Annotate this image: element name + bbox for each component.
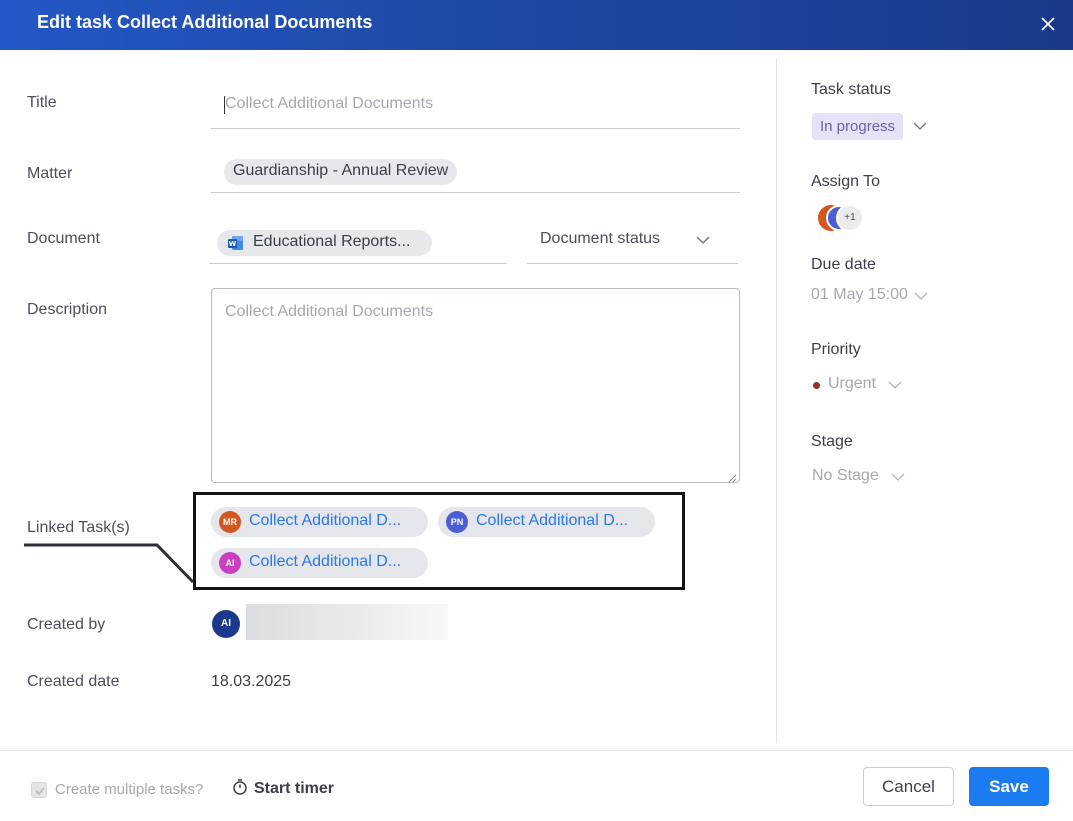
stage-label: Stage [811,433,853,450]
redacted-creator-name [246,604,448,640]
task-status-label: Task status [811,81,892,98]
due-date-value[interactable]: 01 May 15:00 [811,286,908,304]
document-status-select[interactable]: Document status [540,230,660,248]
resize-grip-icon[interactable] [727,470,737,483]
dialog-title: Edit task Collect Additional Documents [37,12,373,32]
title-underline [211,128,740,129]
linked-task-chip[interactable]: PN Collect Additional D... [438,507,655,537]
linked-tasks-label: Linked Task(s) [27,519,130,536]
footer-divider [0,750,1073,751]
priority-dot-icon [813,382,820,389]
check-icon [34,784,46,796]
document-status-underline [527,263,738,264]
document-underline [209,263,507,264]
matter-underline [211,192,740,193]
created-date-label: Created date [27,673,120,690]
matter-chip[interactable]: Guardianship - Annual Review [224,159,458,185]
create-multiple-checkbox[interactable] [31,782,47,798]
title-input[interactable]: Collect Additional Documents [225,95,433,113]
chevron-down-icon[interactable] [913,119,927,133]
svg-text:W: W [229,240,237,248]
avatar: AI [219,552,241,574]
due-date-label: Due date [811,256,876,273]
start-timer-button[interactable]: Start timer [254,780,334,798]
priority-value[interactable]: Urgent [828,375,876,393]
avatar: PN [446,511,468,533]
status-badge[interactable]: In progress [812,113,904,140]
avatar: AI [212,610,240,638]
linked-task-link[interactable]: Collect Additional D... [476,512,628,530]
title-label: Title [27,94,57,111]
description-placeholder: Collect Additional Documents [225,303,434,320]
cancel-button[interactable]: Cancel [863,767,954,806]
description-textarea[interactable]: Collect Additional Documents [211,288,740,483]
chevron-down-icon[interactable] [888,378,902,392]
more-assignees-badge[interactable]: +1 [836,204,864,232]
linked-task-chip[interactable]: AI Collect Additional D... [211,548,428,578]
callout-pointer-line [24,543,195,584]
stage-value[interactable]: No Stage [812,467,879,485]
create-multiple-label: Create multiple tasks? [55,781,204,798]
linked-task-link[interactable]: Collect Additional D... [249,553,401,571]
close-icon[interactable] [1037,13,1059,35]
dialog-header: Edit task Collect Additional Documents [0,0,1073,50]
assign-to-label: Assign To [811,173,881,190]
word-document-icon: W [228,235,244,251]
column-divider [776,58,777,743]
created-by-label: Created by [27,616,106,633]
linked-task-link[interactable]: Collect Additional D... [249,512,401,530]
matter-label: Matter [27,165,73,182]
save-button[interactable]: Save [969,767,1049,806]
document-label: Document [27,230,100,247]
priority-label: Priority [811,341,861,358]
description-label: Description [27,301,108,318]
linked-task-chip[interactable]: MR Collect Additional D... [211,507,428,537]
created-date-value: 18.03.2025 [211,673,292,690]
chevron-down-icon[interactable] [891,470,905,484]
document-chip[interactable]: W Educational Reports... [217,230,432,256]
avatar: MR [219,511,241,533]
chevron-down-icon[interactable] [914,289,928,303]
stopwatch-icon[interactable] [231,778,249,796]
document-name: Educational Reports... [253,233,411,250]
chevron-down-icon[interactable] [696,233,710,247]
